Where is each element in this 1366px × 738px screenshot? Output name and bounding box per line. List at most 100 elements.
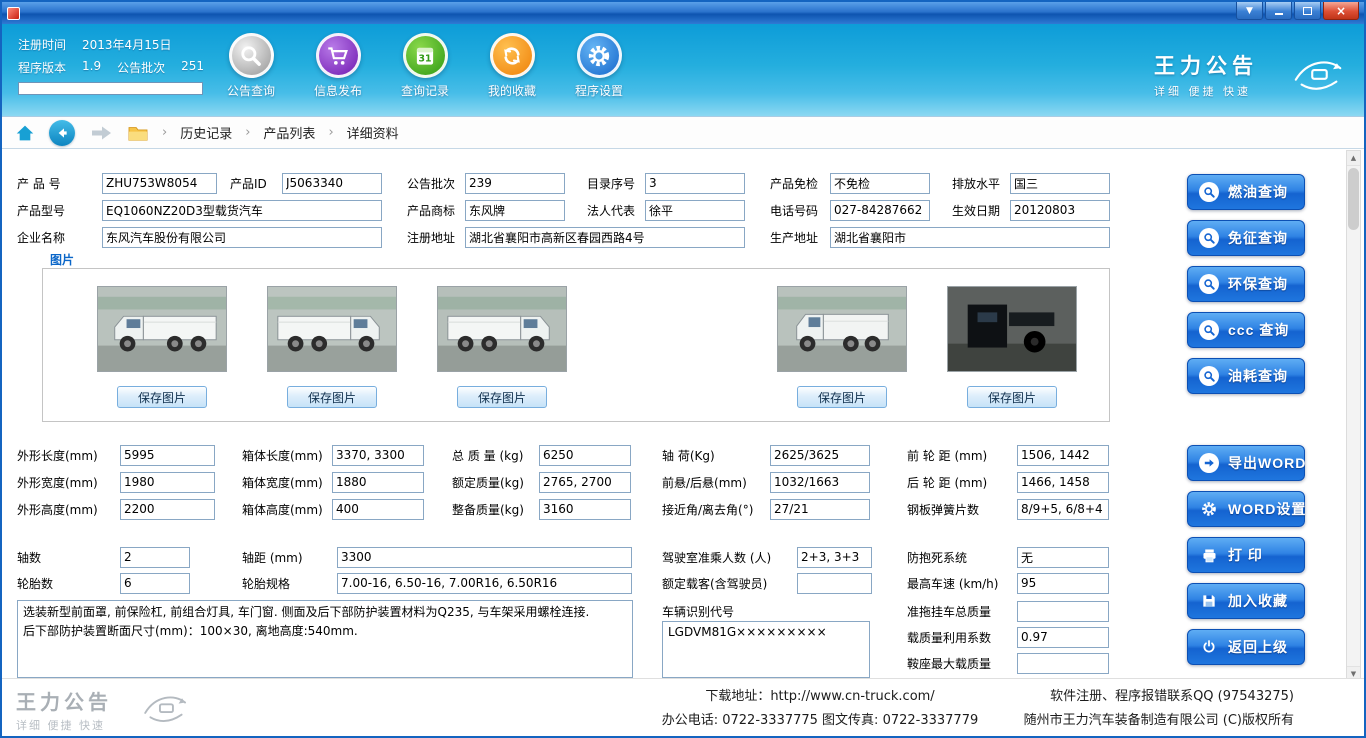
toolbar-announcement-query[interactable]: 公告查询	[214, 33, 288, 99]
notice-batch-input[interactable]	[465, 173, 565, 194]
max-speed-input[interactable]	[1017, 573, 1109, 594]
word-settings-button[interactable]: WORD设置	[1187, 491, 1305, 527]
save-image-button-4[interactable]: 保存图片	[797, 386, 887, 408]
toolbar-info-publish[interactable]: 信息发布	[301, 33, 375, 99]
back-button[interactable]	[49, 120, 75, 146]
saddle-mass-input[interactable]	[1017, 653, 1109, 674]
calendar-icon: 31	[403, 33, 448, 78]
save-image-button-3[interactable]: 保存图片	[457, 386, 547, 408]
reg-time-value: 2013年4月15日	[82, 36, 171, 53]
forward-button[interactable]	[88, 124, 114, 142]
scroll-up-arrow[interactable]: ▲	[1347, 151, 1360, 166]
angles-input[interactable]	[770, 499, 870, 520]
tire-count-input[interactable]	[120, 573, 190, 594]
box-height-label: 箱体高度(mm)	[242, 501, 332, 518]
overhang-input[interactable]	[770, 472, 870, 493]
rated-mass-input[interactable]	[539, 472, 631, 493]
load-ratio-input[interactable]	[1017, 627, 1109, 648]
folder-button[interactable]	[127, 124, 149, 142]
axle-load-input[interactable]	[770, 445, 870, 466]
brand-input[interactable]	[465, 200, 565, 221]
add-favorite-button[interactable]: 加入收藏	[1187, 583, 1305, 619]
abs-system-input[interactable]	[1017, 547, 1109, 568]
consumption-query-button[interactable]: 油耗查询	[1187, 358, 1305, 394]
cab-seats-input[interactable]	[797, 547, 872, 568]
width-input[interactable]	[120, 472, 215, 493]
home-button[interactable]	[14, 122, 36, 144]
angles-label: 接近角/离去角(°)	[662, 501, 770, 518]
brand-glyph-icon	[1290, 46, 1348, 101]
catalog-no-input[interactable]	[645, 173, 745, 194]
minimize-button[interactable]	[1265, 2, 1292, 20]
length-input[interactable]	[120, 445, 215, 466]
prod-address-input[interactable]	[830, 227, 1110, 248]
field-product-model: 产品型号	[17, 199, 382, 221]
field-brand: 产品商标	[407, 199, 565, 221]
tire-spec-input[interactable]	[337, 573, 632, 594]
search-icon	[1199, 366, 1219, 386]
rated-passengers-label: 额定载客(含驾驶员)	[662, 575, 797, 592]
ccc-query-button[interactable]: ccc 查询	[1187, 312, 1305, 348]
vertical-scrollbar[interactable]: ▲ ▼	[1346, 150, 1361, 682]
company-name-label: 企业名称	[17, 229, 102, 246]
export-word-button[interactable]: 导出WORD	[1187, 445, 1305, 481]
tire-count-label: 轮胎数	[17, 575, 120, 592]
box-width-input[interactable]	[332, 472, 424, 493]
axle-count-label: 轴数	[17, 549, 120, 566]
field-rear-track: 后 轮 距 (mm)	[907, 471, 1109, 493]
print-label: 打 印	[1228, 545, 1263, 565]
field-curb-mass: 整备质量(kg)	[452, 498, 631, 520]
env-query-button[interactable]: 环保查询	[1187, 266, 1305, 302]
print-button[interactable]: 打 印	[1187, 537, 1305, 573]
box-length-input[interactable]	[332, 445, 424, 466]
height-input[interactable]	[120, 499, 215, 520]
folder-icon	[127, 124, 149, 142]
close-button[interactable]: ×	[1323, 2, 1359, 20]
box-height-input[interactable]	[332, 499, 424, 520]
wheelbase-input[interactable]	[337, 547, 632, 568]
rear-track-input[interactable]	[1017, 472, 1109, 493]
trailer-mass-input[interactable]	[1017, 601, 1109, 622]
company-name-input[interactable]	[102, 227, 382, 248]
field-product-id: 产品ID	[230, 172, 382, 194]
breadcrumb-product-list[interactable]: 产品列表	[263, 123, 315, 142]
breadcrumb-detail[interactable]: 详细资料	[347, 123, 399, 142]
reg-address-input[interactable]	[465, 227, 745, 248]
product-id-input[interactable]	[282, 173, 382, 194]
toolbar-query-records[interactable]: 31 查询记录	[388, 33, 462, 99]
save-disk-icon	[1199, 591, 1219, 611]
vin-textarea[interactable]: LGDVM81G×××××××××	[662, 621, 870, 678]
toolbar-my-favorites[interactable]: 我的收藏	[475, 33, 549, 99]
product-no-input[interactable]	[102, 173, 217, 194]
phone-input[interactable]	[830, 200, 930, 221]
fuel-query-button[interactable]: 燃油查询	[1187, 174, 1305, 210]
save-image-button-1[interactable]: 保存图片	[117, 386, 207, 408]
field-phone: 电话号码	[770, 199, 930, 221]
config-notes-textarea[interactable]: 选装新型前面罩, 前保险杠, 前组合灯具, 车门窗. 侧面及后下部防护装置材料为…	[17, 600, 633, 678]
product-model-input[interactable]	[102, 200, 382, 221]
back-to-parent-button[interactable]: 返回上级	[1187, 629, 1305, 665]
maximize-button[interactable]	[1294, 2, 1321, 20]
springs-input[interactable]	[1017, 499, 1109, 520]
axle-count-input[interactable]	[120, 547, 190, 568]
breadcrumb-separator: ›	[328, 125, 333, 140]
rated-passengers-input[interactable]	[797, 573, 872, 594]
emission-level-input[interactable]	[1010, 173, 1110, 194]
effective-date-input[interactable]	[1010, 200, 1110, 221]
save-image-button-2[interactable]: 保存图片	[287, 386, 377, 408]
legal-rep-input[interactable]	[645, 200, 745, 221]
footer-logo-title: 王力公告	[16, 686, 112, 715]
exempt-query-button[interactable]: 免征查询	[1187, 220, 1305, 256]
window-menu-button[interactable]: ▼	[1236, 2, 1263, 20]
save-image-button-5[interactable]: 保存图片	[967, 386, 1057, 408]
curb-mass-input[interactable]	[539, 499, 631, 520]
toolbar-program-settings[interactable]: 程序设置	[562, 33, 636, 99]
breadcrumb-history[interactable]: 历史记录	[180, 123, 232, 142]
springs-label: 钢板弹簧片数	[907, 501, 1017, 518]
footer: 王力公告 详细 便捷 快速 下载地址：http://www.cn-truck.c…	[2, 678, 1364, 736]
inspection-exempt-input[interactable]	[830, 173, 930, 194]
field-angles: 接近角/离去角(°)	[662, 498, 870, 520]
front-track-input[interactable]	[1017, 445, 1109, 466]
scrollbar-thumb[interactable]	[1348, 168, 1359, 230]
total-mass-input[interactable]	[539, 445, 631, 466]
